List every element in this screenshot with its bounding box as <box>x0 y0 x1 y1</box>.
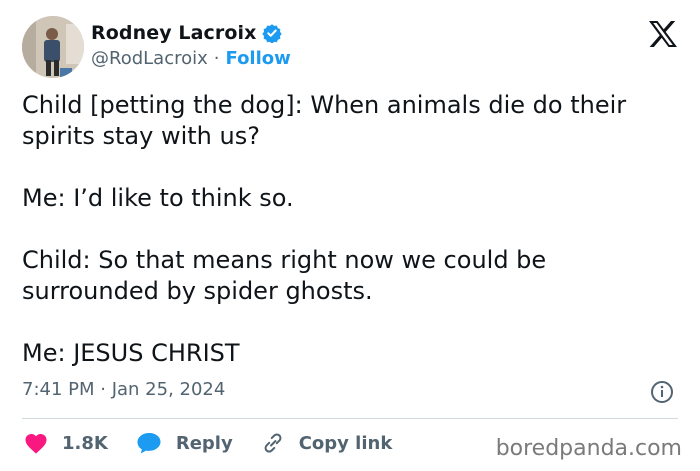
tweet-paragraph: Me: JESUS CHRIST <box>22 339 240 367</box>
like-button[interactable]: 1.8K <box>24 432 108 454</box>
like-count: 1.8K <box>62 432 108 454</box>
avatar[interactable] <box>22 16 84 78</box>
copy-link-label: Copy link <box>298 432 393 454</box>
copy-link-button[interactable]: Copy link <box>261 431 393 455</box>
reply-bubble-icon <box>137 433 161 454</box>
author-name-row: Rodney Lacroix <box>91 22 283 44</box>
heart-icon <box>25 434 47 454</box>
x-logo-icon[interactable] <box>648 20 678 48</box>
reply-label: Reply <box>175 432 233 454</box>
action-bar: 1.8K Reply Copy link <box>24 431 420 455</box>
follow-button[interactable]: Follow <box>226 48 291 69</box>
link-icon <box>264 433 282 453</box>
author-name[interactable]: Rodney Lacroix <box>91 22 256 44</box>
tweet-paragraph: Child [petting the dog]: When animals di… <box>22 91 627 150</box>
info-icon[interactable] <box>650 380 674 404</box>
tweet-paragraph: Child: So that means right now we could … <box>22 246 547 305</box>
tweet-paragraph: Me: I’d like to think so. <box>22 184 294 212</box>
tweet-text: Child [petting the dog]: When animals di… <box>22 90 682 369</box>
verified-badge-icon <box>262 23 283 44</box>
separator-dot: · <box>213 48 220 69</box>
divider <box>22 418 678 419</box>
author-handle-row: @RodLacroix · Follow <box>91 48 291 69</box>
author-handle[interactable]: @RodLacroix <box>91 48 208 69</box>
reply-button[interactable]: Reply <box>136 431 233 455</box>
tweet-timestamp[interactable]: 7:41 PM · Jan 25, 2024 <box>22 379 225 400</box>
watermark: boredpanda.com <box>495 436 682 461</box>
